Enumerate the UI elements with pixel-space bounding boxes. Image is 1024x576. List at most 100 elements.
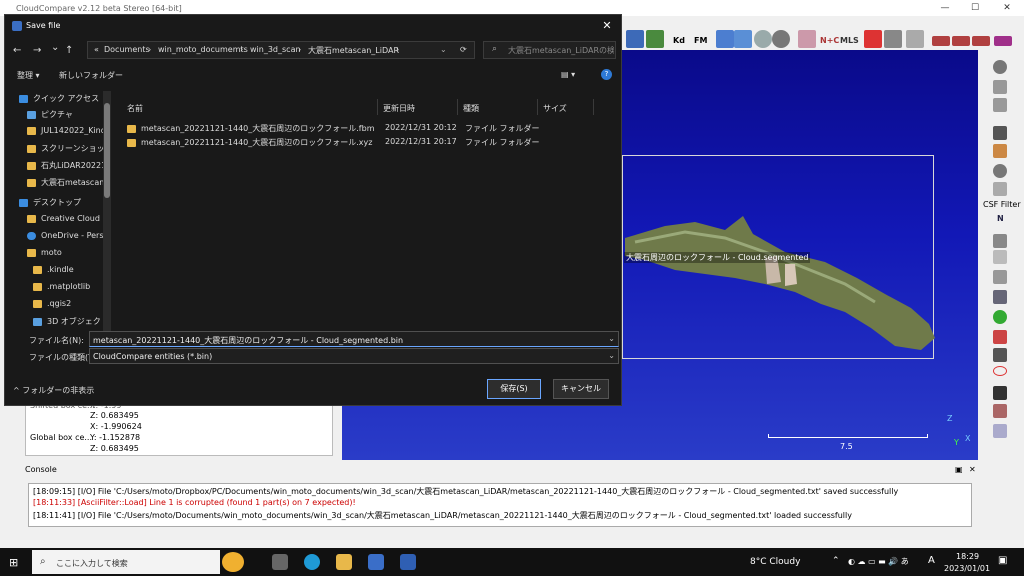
weather-status[interactable]: 8°C Cloudy	[750, 557, 800, 567]
column-type[interactable]: 種類	[463, 103, 479, 114]
compass-icon[interactable]	[993, 164, 1007, 178]
csf-filter-label[interactable]: CSF Filter	[983, 200, 1021, 209]
hand-icon[interactable]	[993, 234, 1007, 248]
magnet-icon[interactable]	[993, 386, 1007, 400]
nav-pictures[interactable]: ピクチャ	[27, 109, 111, 120]
column-separator[interactable]	[537, 99, 538, 115]
shield-icon[interactable]	[993, 182, 1007, 196]
nav-moto[interactable]: moto	[27, 248, 111, 257]
clapper-icon[interactable]	[993, 126, 1007, 140]
task-view-icon[interactable]	[272, 554, 288, 570]
view-options-button[interactable]: ▤ ▾	[561, 70, 575, 79]
north-label[interactable]: N	[997, 214, 1004, 223]
cancel-button[interactable]: キャンセル	[553, 379, 609, 399]
console-dock-button[interactable]: ▣	[955, 465, 963, 474]
breadcrumb-win-3d-scan[interactable]: win_3d_scan	[250, 45, 301, 54]
grid-icon-3[interactable]	[993, 290, 1007, 304]
edge-icon[interactable]	[304, 554, 320, 570]
up-button[interactable]: ↑	[65, 45, 73, 56]
console-close-button[interactable]: ✕	[969, 465, 976, 474]
nav-quick-access[interactable]: クイック アクセス	[19, 93, 103, 104]
kd-tree-button[interactable]: Kd	[673, 36, 685, 45]
ellipse-icon[interactable]	[993, 366, 1007, 376]
section-icon[interactable]	[864, 30, 882, 48]
settings-icon[interactable]	[993, 60, 1007, 74]
address-bar[interactable]: « Documents › win_moto_documemts › win_3…	[87, 41, 475, 59]
filter-icon[interactable]	[906, 30, 924, 48]
address-dropdown-icon[interactable]: ⌄	[440, 45, 447, 54]
column-date[interactable]: 更新日時	[383, 103, 415, 114]
ime-indicator[interactable]: A	[928, 555, 935, 566]
file-row[interactable]: metascan_20221121-1440_大震石周辺のロックフォール.fbm…	[125, 123, 615, 135]
dialog-close-button[interactable]: ✕	[599, 18, 615, 34]
nav-screenshots[interactable]: スクリーンショット	[27, 143, 111, 154]
file-row[interactable]: metascan_20221121-1440_大震石周辺のロックフォール.xyz…	[125, 137, 615, 149]
mls-button[interactable]: MLS	[840, 36, 859, 45]
nav-metascan-folder[interactable]: 大震石metascan	[27, 177, 111, 188]
nav-creative-cloud[interactable]: Creative Cloud F	[27, 214, 111, 223]
grid-icon-1[interactable]	[993, 80, 1007, 94]
chevron-down-icon[interactable]: ⌄	[608, 334, 615, 343]
create-icon[interactable]	[626, 30, 644, 48]
console-log[interactable]: [18:09:15] [I/O] File 'C:/Users/moto/Dro…	[28, 483, 972, 527]
gear-cluster-icon[interactable]	[993, 404, 1007, 418]
filename-input[interactable]: metascan_20221121-1440_大震石周辺のロックフォール - C…	[89, 331, 619, 347]
breadcrumb-win-moto-documents[interactable]: win_moto_documemts	[158, 45, 248, 54]
classify-icon[interactable]	[646, 30, 664, 48]
mesh-tool-icon[interactable]	[734, 30, 752, 48]
fm-button[interactable]: FM	[694, 36, 707, 45]
brush-icon[interactable]	[993, 144, 1007, 158]
tray-icons[interactable]: ◐ ☁ ▭ ▬ 🔊 あ	[848, 556, 909, 567]
nav-pane-scroll-thumb[interactable]	[104, 103, 110, 198]
forward-button[interactable]: →	[33, 45, 41, 56]
nc-button[interactable]: N+C	[820, 36, 839, 45]
help-button[interactable]: ?	[601, 69, 612, 80]
column-size[interactable]: サイズ	[543, 103, 567, 114]
close-button[interactable]: ✕	[992, 0, 1022, 16]
grid-icon-2[interactable]	[993, 98, 1007, 112]
organize-button[interactable]: 整理 ▾	[17, 70, 40, 81]
column-separator[interactable]	[457, 99, 458, 115]
histogram-icon-4[interactable]	[994, 36, 1012, 46]
cloudcompare-taskbar-icon[interactable]	[400, 554, 416, 570]
nav-desktop[interactable]: デスクトップ	[19, 197, 103, 208]
shield-icon-2[interactable]	[993, 270, 1007, 284]
search-box[interactable]: ⌕ 大震石metascan_LiDARの検索	[483, 41, 616, 59]
new-folder-button[interactable]: 新しいフォルダー	[59, 70, 123, 81]
clock-time[interactable]: 18:29	[956, 552, 979, 561]
histogram-icon-3[interactable]	[972, 36, 990, 46]
maximize-button[interactable]: ☐	[960, 0, 990, 16]
color-icon[interactable]	[993, 330, 1007, 344]
refresh-button[interactable]: ⟳	[460, 45, 467, 54]
chevron-down-icon[interactable]: ⌄	[608, 351, 615, 360]
book-icon[interactable]	[993, 424, 1007, 438]
weather-widget-icon[interactable]	[222, 552, 244, 572]
column-separator[interactable]	[593, 99, 594, 115]
column-separator[interactable]	[377, 99, 378, 115]
recent-locations-button[interactable]: ⌄	[51, 42, 59, 53]
taskbar-search[interactable]: ⌕ ここに入力して検索	[32, 550, 244, 574]
points-icon[interactable]	[993, 348, 1007, 362]
store-icon[interactable]	[368, 554, 384, 570]
globe-icon[interactable]	[772, 30, 790, 48]
nav-ishimaru-lidar[interactable]: 石丸LiDAR20221	[27, 160, 111, 171]
histogram-icon-1[interactable]	[932, 36, 950, 46]
file-explorer-icon[interactable]	[336, 554, 352, 570]
minimize-button[interactable]: —	[930, 0, 960, 16]
filetype-select[interactable]: CloudCompare entities (*.bin) ⌄	[89, 348, 619, 364]
windows-start-icon[interactable]: ⊞	[9, 556, 18, 569]
save-button[interactable]: 保存(S)	[487, 379, 541, 399]
breadcrumb-overflow[interactable]: «	[94, 45, 99, 54]
nav-onedrive[interactable]: OneDrive - Persc	[27, 231, 111, 240]
histogram-icon-2[interactable]	[952, 36, 970, 46]
hide-folders-button[interactable]: ^ フォルダーの非表示	[13, 385, 94, 396]
segment-icon[interactable]	[884, 30, 902, 48]
nav-kindle-folder[interactable]: JUL142022_Kindl	[27, 126, 111, 135]
clock-date[interactable]: 2023/01/01	[944, 564, 990, 573]
pointer-icon[interactable]	[798, 30, 816, 48]
column-name[interactable]: 名前	[127, 103, 143, 114]
breadcrumb-documents[interactable]: Documents	[104, 45, 150, 54]
green-dot-icon[interactable]	[993, 310, 1007, 324]
back-button[interactable]: ←	[13, 45, 21, 56]
tray-chevron-icon[interactable]: ⌃	[832, 556, 840, 566]
